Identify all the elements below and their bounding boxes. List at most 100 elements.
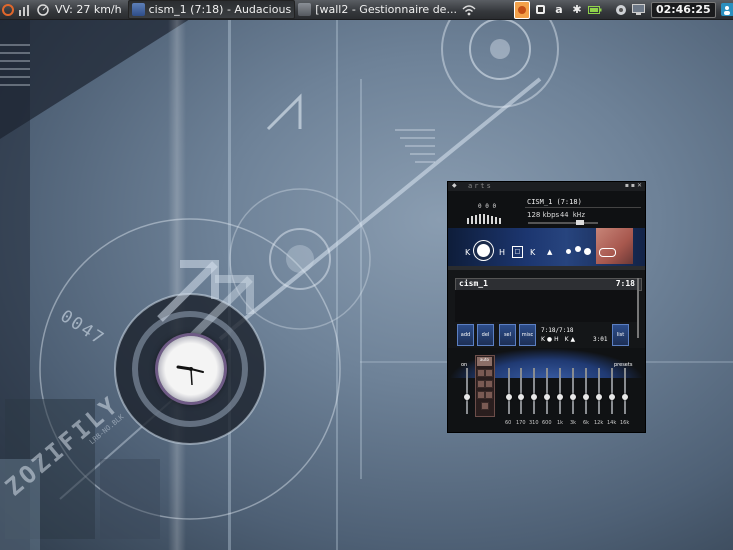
playlist-time: 7:18/7:18	[541, 327, 574, 334]
misc-label: misc	[521, 332, 534, 338]
eq-band-knob[interactable]	[531, 394, 537, 400]
previous-button[interactable]: K	[465, 248, 470, 257]
shuffle-toggle[interactable]	[566, 249, 571, 254]
eq-freq-label: 310	[529, 420, 539, 426]
preamp-slider[interactable]	[466, 368, 468, 414]
task-file-manager-label: [wall2 - Gestionnaire de...	[315, 3, 457, 16]
seek-button[interactable]: K	[530, 248, 535, 257]
close-button[interactable]: ✕	[637, 182, 642, 189]
eq-freq-label: 14k	[607, 420, 617, 426]
divider	[525, 207, 641, 208]
system-tray: a ✱ 02:46:25	[460, 0, 733, 19]
mini-transport[interactable]: K●H K▲	[541, 336, 577, 343]
task-audacious-label: cism_1 (7:18) - Audacious	[148, 3, 292, 16]
eq-button-7[interactable]	[481, 402, 489, 410]
eq-button-2[interactable]	[485, 369, 493, 377]
eq-button-5[interactable]	[477, 391, 485, 399]
volume-icon[interactable]	[614, 2, 628, 18]
eq-band-knob[interactable]	[570, 394, 576, 400]
svg-text:0 0 0: 0 0 0	[478, 203, 496, 210]
preamp-knob[interactable]	[464, 394, 470, 400]
window-separator	[448, 266, 645, 270]
next-button[interactable]: H	[499, 248, 505, 257]
stop-button[interactable]: □	[512, 246, 523, 258]
user-icon[interactable]	[720, 3, 733, 16]
eq-band-slider[interactable]	[624, 368, 626, 414]
minimize-button[interactable]: ▪	[625, 182, 629, 189]
clock-widget[interactable]	[158, 336, 224, 402]
player-menu-icon[interactable]: ◆	[452, 182, 457, 189]
misc-button[interactable]: misc	[519, 324, 536, 346]
eq-band-knob[interactable]	[609, 394, 615, 400]
ubuntu-logo-icon[interactable]	[2, 2, 14, 18]
eq-band-knob[interactable]	[596, 394, 602, 400]
monitor-icon[interactable]	[632, 2, 646, 18]
wifi-icon[interactable]	[462, 2, 476, 18]
eq-toggle-panel: auto	[475, 355, 495, 417]
eq-band-knob[interactable]	[622, 394, 628, 400]
song-title-scroller[interactable]: CISM_1 (7:18)	[527, 198, 582, 206]
eq-band-slider[interactable]	[572, 368, 574, 414]
eq-freq-label: 600	[542, 420, 552, 426]
eq-auto-button[interactable]: auto	[477, 357, 492, 366]
playlist-area[interactable]	[455, 290, 638, 322]
clock[interactable]: 02:46:25	[650, 1, 716, 18]
repeat-toggle[interactable]	[575, 246, 581, 252]
eq-freq-label: 1k	[557, 420, 564, 426]
eq-band-knob[interactable]	[557, 394, 563, 400]
bitrate: 128 kbps	[527, 211, 560, 219]
play-button[interactable]	[477, 244, 490, 257]
volume-knob[interactable]	[576, 220, 584, 225]
add-button[interactable]: add	[457, 324, 474, 346]
eq-band-slider[interactable]	[559, 368, 561, 414]
eq-auto-label: auto	[479, 357, 489, 362]
eq-band-slider[interactable]	[508, 368, 510, 414]
firefox-icon[interactable]	[513, 0, 530, 19]
eq-button-4[interactable]	[485, 380, 493, 388]
eq-band-slider[interactable]	[520, 368, 522, 414]
eq-freq-label: 12k	[594, 420, 604, 426]
amazon-icon[interactable]: a	[552, 2, 566, 18]
sel-label: sel	[503, 332, 512, 338]
clock-face-icon	[176, 365, 204, 386]
eq-band-slider[interactable]	[533, 368, 535, 414]
eq-band-knob[interactable]	[506, 394, 512, 400]
playlist-scrollbar[interactable]	[637, 278, 639, 338]
eq-band-knob[interactable]	[583, 394, 589, 400]
eq-freq-label: 170	[516, 420, 526, 426]
task-audacious[interactable]: cism_1 (7:18) - Audacious	[127, 0, 296, 19]
eq-toggle[interactable]	[584, 248, 591, 255]
system-monitor-icon[interactable]	[18, 2, 32, 18]
shade-button[interactable]: ▪	[631, 182, 635, 189]
add-label: add	[460, 332, 471, 338]
eq-band-knob[interactable]	[544, 394, 550, 400]
list-button[interactable]: list	[612, 324, 629, 346]
eq-button-6[interactable]	[485, 391, 493, 399]
eq-band-slider[interactable]	[598, 368, 600, 414]
speed-applet[interactable]: VV: 27 km/h	[52, 1, 128, 18]
playlist-toggle[interactable]	[599, 248, 616, 257]
player-titlebar[interactable]: ◆ arts ▪ ▪ ✕	[448, 182, 645, 191]
weather-icon[interactable]	[36, 2, 50, 18]
app-icon[interactable]	[534, 2, 548, 18]
battery-icon[interactable]	[587, 2, 602, 18]
eq-band-slider[interactable]	[585, 368, 587, 414]
eq-band-knob[interactable]	[518, 394, 524, 400]
del-button[interactable]: del	[477, 324, 494, 346]
eq-band-slider[interactable]	[546, 368, 548, 414]
eq-freq-label: 6k	[583, 420, 590, 426]
track-title: cism_1	[459, 279, 488, 288]
eject-button[interactable]: ▲	[547, 248, 552, 256]
bluetooth-icon[interactable]: ✱	[570, 2, 584, 18]
volume-slider[interactable]	[528, 220, 598, 225]
eq-button-1[interactable]	[477, 369, 485, 377]
eq-freq-label: 16k	[620, 420, 630, 426]
eq-button-3[interactable]	[477, 380, 485, 388]
top-panel: VV: 27 km/h cism_1 (7:18) - Audacious [w…	[0, 0, 733, 20]
eq-freq-label: 3k	[570, 420, 577, 426]
task-file-manager[interactable]: [wall2 - Gestionnaire de...	[295, 1, 460, 18]
audacious-player[interactable]: ◆ arts ▪ ▪ ✕ 0 0 0 CISM_1 (7:18) 128 kbp…	[447, 181, 646, 433]
eq-band-slider[interactable]	[611, 368, 613, 414]
visualizer[interactable]: 0 0 0	[463, 194, 523, 228]
sel-button[interactable]: sel	[499, 324, 516, 346]
